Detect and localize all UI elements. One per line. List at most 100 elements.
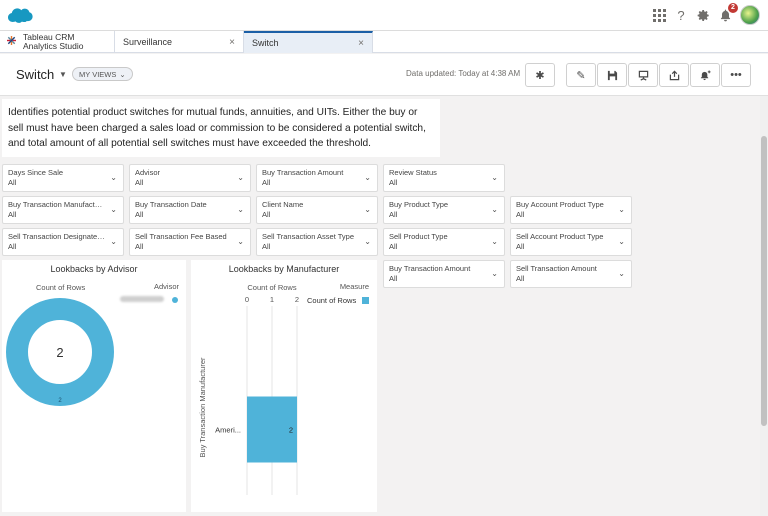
chart-title: Lookbacks by Advisor [50, 264, 138, 274]
app-launcher-icon[interactable] [652, 8, 666, 22]
legend-title: Advisor [154, 282, 180, 291]
setup-gear-icon[interactable] [696, 8, 710, 22]
filter-label: Buy Transaction Amount [389, 264, 471, 273]
chevron-down-icon: ⌄ [110, 205, 117, 214]
filter-buy-transaction-amount-2[interactable]: Buy Transaction Amount All ⌄ [383, 260, 505, 288]
chevron-down-icon: ⌄ [491, 237, 498, 246]
dashboard-description: Identifies potential product switches fo… [2, 99, 440, 157]
more-dots-icon: ••• [730, 69, 742, 81]
tab-surveillance[interactable]: Surveillance × [115, 31, 244, 53]
filter-sell-transaction-designated-rep[interactable]: Sell Transaction Designated RepAll ⌄ [2, 228, 124, 256]
filter-label: Buy Transaction Amount [262, 168, 344, 177]
filter-label: Buy Account Product Type [516, 200, 604, 209]
legend-entry: Count of Rows [307, 296, 356, 305]
lookbacks-by-manufacturer-panel: Lookbacks by Manufacturer Count of Rows 0… [191, 260, 377, 512]
filter-review-status[interactable]: Review Status All ⌄ [383, 164, 505, 192]
measure-label: Count of Rows [36, 283, 86, 292]
refresh-asterisk-button[interactable]: ✱ [525, 63, 555, 87]
chevron-down-icon: ⌄ [618, 205, 625, 214]
filter-value: All [389, 178, 398, 187]
data-updated-text: Data updated: Today at 4:38 AM [406, 69, 521, 78]
filter-days-since-sale[interactable]: Days Since Sale All ⌄ [2, 164, 124, 192]
legend-swatch [362, 297, 369, 304]
app-name-area[interactable]: Tableau CRM Analytics Studio [0, 31, 115, 53]
chevron-down-icon: ⌄ [110, 237, 117, 246]
category-label: Ameri... [215, 426, 241, 435]
filter-label: Buy Transaction Date [135, 200, 207, 209]
filter-value: All [516, 274, 525, 283]
filter-buy-account-product-type[interactable]: Buy Account Product Type All ⌄ [510, 196, 632, 224]
tab-label: Surveillance [123, 37, 173, 47]
bell-plus-icon [700, 69, 711, 80]
close-icon[interactable]: × [229, 37, 235, 48]
page-scrollbar[interactable] [760, 96, 768, 516]
workspace-tab-bar: Tableau CRM Analytics Studio Surveillanc… [0, 31, 768, 53]
share-icon [669, 70, 679, 80]
filter-client-name[interactable]: Client Name All ⌄ [256, 196, 378, 224]
chevron-down-icon: ⌄ [491, 173, 498, 182]
filter-buy-transaction-manufacturer[interactable]: Buy Transaction Manufacturer All ⌄ [2, 196, 124, 224]
chevron-down-icon: ⌄ [237, 237, 244, 246]
filter-sell-transaction-asset-type[interactable]: Sell Transaction Asset Type All ⌄ [256, 228, 378, 256]
filter-value: All [8, 178, 17, 187]
user-avatar[interactable] [740, 5, 760, 25]
filter-sell-transaction-amount[interactable]: Sell Transaction Amount All ⌄ [510, 260, 632, 288]
x-tick-label: 0 [245, 295, 249, 304]
subscribe-button[interactable] [690, 63, 720, 87]
filter-value: All [8, 242, 17, 251]
filter-label: Sell Product Type [389, 232, 448, 241]
filter-buy-transaction-amount[interactable]: Buy Transaction Amount All ⌄ [256, 164, 378, 192]
tab-label: Switch [252, 38, 279, 48]
salesforce-logo-icon[interactable] [7, 6, 33, 27]
pencil-icon: ✎ [576, 69, 586, 82]
y-axis-label: Buy Transaction Manufacturer [198, 357, 207, 458]
filter-value: All [262, 210, 271, 219]
bar-data-label: 2 [289, 426, 293, 435]
filter-label: Buy Product Type [389, 200, 449, 209]
filter-label: Sell Transaction Asset Type [262, 232, 354, 241]
filter-value: All [135, 242, 144, 251]
chevron-down-icon: ⌄ [491, 269, 498, 278]
filter-value: All [135, 178, 144, 187]
filter-sell-transaction-fee-based[interactable]: Sell Transaction Fee Based All ⌄ [129, 228, 251, 256]
more-actions-button[interactable]: ••• [721, 63, 751, 87]
chevron-down-icon: ⌄ [491, 205, 498, 214]
notification-count-badge: 2 [728, 3, 738, 13]
filter-buy-product-type[interactable]: Buy Product Type All ⌄ [383, 196, 505, 224]
app-name-line2: Analytics Studio [23, 41, 84, 51]
present-button[interactable] [628, 63, 658, 87]
edit-button[interactable]: ✎ [566, 63, 596, 87]
tab-switch[interactable]: Switch × [244, 31, 373, 53]
filter-value: All [389, 274, 398, 283]
help-icon[interactable]: ? [674, 8, 688, 23]
filter-sell-account-product-type[interactable]: Sell Account Product Type All ⌄ [510, 228, 632, 256]
filter-label: Client Name [262, 200, 304, 209]
filter-value: All [516, 242, 525, 251]
dashboard-header: Switch ▼ MY VIEWS ⌄ Data updated: Today … [0, 54, 768, 96]
filter-buy-transaction-date[interactable]: Buy Transaction Date All ⌄ [129, 196, 251, 224]
asterisk-icon: ✱ [535, 69, 545, 82]
close-icon[interactable]: × [358, 38, 364, 49]
chevron-down-icon[interactable]: ▼ [59, 70, 67, 79]
filter-label: Review Status [389, 168, 437, 177]
scrollbar-thumb[interactable] [761, 136, 767, 426]
filter-label: Sell Transaction Fee Based [135, 232, 227, 241]
filter-label: Sell Account Product Type [516, 232, 604, 241]
filter-sell-product-type[interactable]: Sell Product Type All ⌄ [383, 228, 505, 256]
filter-value: All [262, 178, 271, 187]
chevron-down-icon: ⌄ [364, 205, 371, 214]
chevron-down-icon: ⌄ [237, 173, 244, 182]
share-button[interactable] [659, 63, 689, 87]
filter-advisor[interactable]: Advisor All ⌄ [129, 164, 251, 192]
filter-value: All [8, 210, 17, 219]
filter-label: Advisor [135, 168, 161, 177]
filter-label: Days Since Sale [8, 168, 64, 177]
bar-chart: Count of Rows 0 1 2 Buy Transaction Manufact… [198, 282, 369, 495]
donut-chart: 22 [6, 298, 114, 406]
filter-value: All [389, 210, 398, 219]
save-button[interactable] [597, 63, 627, 87]
my-views-button[interactable]: MY VIEWS ⌄ [72, 67, 133, 81]
save-disk-icon [607, 70, 617, 80]
notifications-bell-icon[interactable]: 2 [718, 3, 738, 22]
presentation-icon [638, 70, 648, 81]
